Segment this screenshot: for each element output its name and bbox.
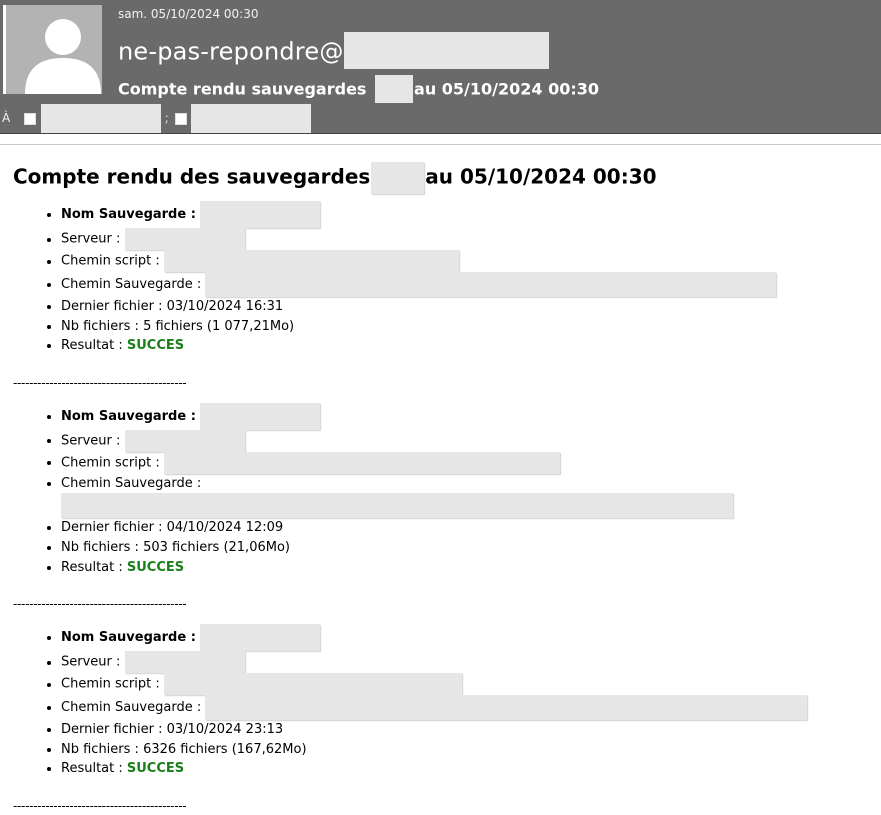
list-item: Chemin script : [61,250,873,272]
list-item: Nb fichiers : 5 fichiers (1 077,21Mo) [61,317,873,337]
label-chemin-sauvegarde: Chemin Sauvegarde : [61,277,202,292]
list-item: Nom Sauvegarde : [61,201,873,228]
person-icon [6,5,102,94]
label-nb-fichiers: Nb fichiers : [61,318,144,334]
email-date: sam. 05/10/2024 00:30 [118,7,259,21]
redacted-client [375,75,414,103]
label-serveur: Serveur : [61,433,121,449]
label-nom: Nom Sauvegarde : [61,408,196,424]
recipient-separator: ; [164,111,169,125]
sender-address: ne-pas-repondre@ [118,37,344,66]
title-prefix: Compte rendu des sauvegardes [13,164,371,189]
subject-prefix: Compte rendu sauvegardes [118,79,367,99]
label-dernier-fichier: Dernier fichier : [61,520,167,536]
label-chemin-script: Chemin script : [61,253,160,269]
list-item: Dernier fichier : 03/10/2024 16:31 [61,297,873,317]
list-item: Resultat : SUCCES [61,759,873,779]
separator: ----------------------------------------… [13,597,187,612]
label-resultat: Resultat : [61,338,127,354]
redacted-value [163,451,560,474]
list-item: Serveur : [61,228,873,250]
dernier-fichier-value: 04/10/2024 12:09 [166,520,284,536]
label-chemin-script: Chemin script : [61,676,160,692]
recipient-checkbox[interactable] [174,112,187,125]
email-header: sam. 05/10/2024 00:30 ne-pas-repondre@ C… [0,0,881,133]
list-item: Nom Sauvegarde : [61,624,873,652]
label-resultat: Resultat : [61,559,127,575]
label-resultat: Resultat : [61,761,127,777]
list-item: Nom Sauvegarde : [61,402,873,430]
to-label: À [2,111,11,125]
list-item: Chemin script : [61,673,873,696]
nb-fichiers-value: 5 fichiers (1 077,21Mo) [143,318,295,334]
redacted-recipient[interactable] [40,104,161,133]
label-nb-fichiers: Nb fichiers : [61,539,144,555]
list-item: Nb fichiers : 6326 fichiers (167,62Mo) [61,740,873,760]
dernier-fichier-value: 03/10/2024 16:31 [166,299,284,314]
label-chemin-script: Chemin script : [61,455,160,471]
label-chemin-sauvegarde: Chemin Sauvegarde : [61,475,202,491]
backup-block: Nom Sauvegarde : Serveur : Chemin script… [13,402,873,578]
redacted-value [200,402,321,430]
redacted-value [124,228,245,250]
label-nom: Nom Sauvegarde : [61,630,196,646]
separator: ----------------------------------------… [13,375,187,390]
list-item: Serveur : [61,429,873,452]
email-subject: Compte rendu sauvegardes au 05/10/2024 0… [118,75,599,103]
label-chemin-sauvegarde: Chemin Sauvegarde : [61,700,202,716]
list-item: Resultat : SUCCES [61,558,873,578]
backup-block: Nom Sauvegarde : Serveur : Chemin script… [13,201,873,356]
list-item: Chemin script : [61,451,873,474]
report-title: Compte rendu des sauvegardes au 05/10/202… [13,162,873,194]
redacted-value [124,651,245,674]
redacted-value [163,673,462,696]
resultat-status: SUCCES [126,761,185,777]
list-item: Chemin Sauvegarde : [61,695,873,721]
list-item: Resultat : SUCCES [61,336,873,356]
list-item: Chemin Sauvegarde : [61,272,873,297]
redacted-value [61,493,733,519]
redacted-value [205,695,808,721]
list-item: Chemin Sauvegarde : [61,474,873,519]
resultat-status: SUCCES [126,338,185,354]
label-dernier-fichier: Dernier fichier : [61,722,167,738]
nb-fichiers-value: 503 fichiers (21,06Mo) [143,539,290,555]
header-gap [0,134,881,145]
label-serveur: Serveur : [61,654,121,670]
email-body: Compte rendu des sauvegardes au 05/10/202… [13,145,873,815]
redacted-value [124,429,245,452]
recipient-checkbox[interactable] [24,112,37,125]
list-item: Dernier fichier : 03/10/2024 23:13 [61,720,873,740]
redacted-domain [343,32,549,69]
subject-suffix: au 05/10/2024 00:30 [414,79,600,99]
title-suffix: au 05/10/2024 00:30 [425,164,657,189]
list-item: Nb fichiers : 503 fichiers (21,06Mo) [61,538,873,558]
resultat-status: SUCCES [126,559,185,575]
redacted-recipient[interactable] [191,104,312,133]
label-dernier-fichier: Dernier fichier : [61,299,167,314]
redacted-value [200,624,321,652]
label-serveur: Serveur : [61,231,121,247]
redacted-client [371,162,425,194]
avatar [3,5,102,94]
separator: ----------------------------------------… [13,798,187,813]
dernier-fichier-value: 03/10/2024 23:13 [166,722,284,738]
recipients-row: À ; [2,104,312,133]
email-sender[interactable]: ne-pas-repondre@ [118,32,549,71]
label-nom: Nom Sauvegarde : [61,207,196,222]
redacted-value [163,250,459,272]
list-item: Serveur : [61,651,873,674]
list-item: Dernier fichier : 04/10/2024 12:09 [61,518,873,538]
redacted-value [205,272,777,297]
backup-block: Nom Sauvegarde : Serveur : Chemin script… [13,624,873,779]
label-nb-fichiers: Nb fichiers : [61,741,144,757]
nb-fichiers-value: 6326 fichiers (167,62Mo) [143,741,307,757]
redacted-value [200,201,321,228]
